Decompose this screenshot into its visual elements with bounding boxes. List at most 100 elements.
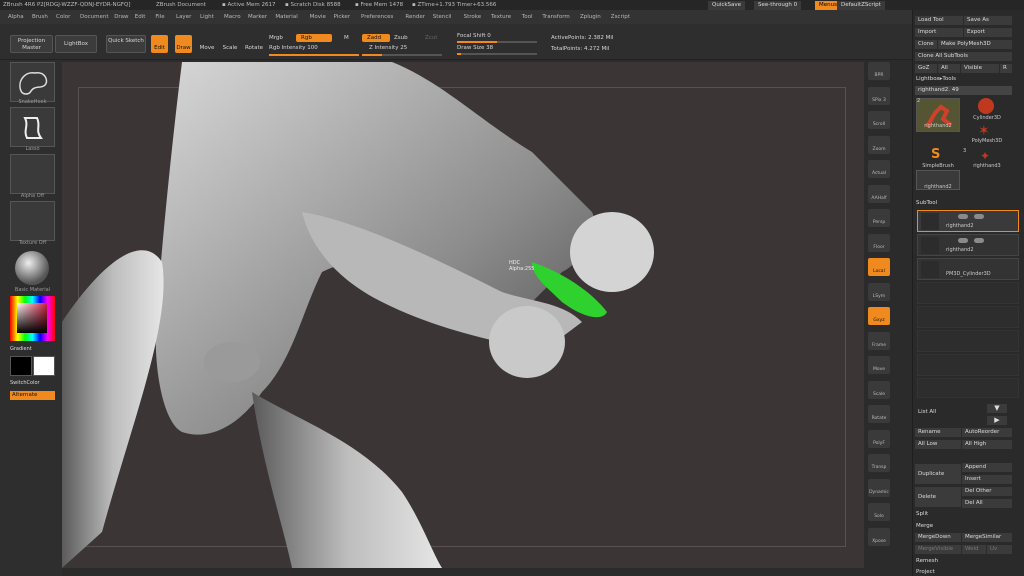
project-header[interactable]: Project (916, 569, 935, 575)
secondary-color-swatch[interactable] (10, 356, 32, 376)
shelf-button[interactable]: Zoom (868, 135, 890, 154)
color-square[interactable] (17, 303, 47, 333)
edit-button[interactable]: Edit (151, 35, 168, 53)
zadd-toggle[interactable]: Zadd (362, 34, 390, 42)
projection-master-button[interactable]: Projection Master (10, 35, 53, 53)
subtool-visibility-toggle[interactable] (958, 214, 968, 219)
alpha-picker[interactable] (10, 154, 55, 194)
gradient-label[interactable]: Gradient (10, 346, 55, 352)
menu-item[interactable]: Render (405, 10, 425, 24)
draw-size-slider[interactable]: Draw Size 38 (457, 44, 493, 52)
color-picker[interactable] (10, 296, 55, 341)
z-intensity-track[interactable] (362, 54, 442, 56)
lightbox-button[interactable]: LightBox (55, 35, 97, 53)
auto-reorder-button[interactable]: AutoReorder (962, 428, 1012, 437)
append-button[interactable]: Append (962, 463, 1012, 472)
zsub-toggle[interactable]: Zsub (394, 34, 408, 42)
menu-item[interactable]: File (155, 10, 164, 24)
del-all-button[interactable]: Del All (962, 499, 1012, 508)
shelf-button[interactable]: Persp (868, 209, 890, 227)
shelf-button[interactable]: Scroll (868, 111, 890, 129)
shelf-button[interactable]: Scale (868, 380, 890, 399)
list-all-button[interactable]: List All (915, 408, 961, 417)
shelf-button[interactable]: Xpose (868, 527, 890, 546)
r-button[interactable]: R (1000, 64, 1012, 73)
import-button[interactable]: Import (915, 28, 963, 37)
shelf-button[interactable]: Dynamic (868, 478, 890, 497)
rotate-button[interactable]: Rotate (244, 35, 264, 53)
menu-item[interactable]: Texture (491, 10, 511, 24)
menu-item[interactable]: Picker (334, 10, 350, 24)
menu-item[interactable]: Tool (522, 10, 533, 24)
split-header[interactable]: Split (916, 511, 928, 517)
menu-item[interactable]: Preferences (361, 10, 393, 24)
shelf-button[interactable]: Solo (868, 503, 890, 521)
menu-item[interactable]: Material (275, 10, 297, 24)
lightbox-tools-button[interactable]: Lightbox▸Tools (916, 76, 956, 82)
texture-picker[interactable] (10, 201, 55, 241)
all-button[interactable]: All (938, 64, 960, 73)
menu-item[interactable]: Marker (248, 10, 267, 24)
visible-button[interactable]: Visible (961, 64, 999, 73)
zcut-toggle[interactable]: Zcut (425, 34, 437, 42)
quick-sketch-button[interactable]: Quick Sketch (106, 35, 146, 53)
merge-similar-button[interactable]: MergeSimilar (962, 533, 1012, 542)
arrow-down-icon[interactable]: ▼ (987, 404, 1007, 413)
see-through-slider[interactable]: See-through 0 (754, 1, 802, 10)
menu-item[interactable]: Light (200, 10, 214, 24)
duplicate-button[interactable]: Duplicate (915, 464, 961, 484)
shelf-button[interactable]: Move (868, 356, 890, 374)
subtool-header[interactable]: SubTool (916, 200, 937, 206)
uv-button[interactable]: Uv (987, 545, 1012, 554)
menu-item[interactable]: Zscript (611, 10, 630, 24)
menu-item[interactable]: Layer (176, 10, 191, 24)
delete-button[interactable]: Delete (915, 487, 961, 507)
focal-shift-track[interactable] (457, 41, 537, 43)
brush-picker[interactable] (10, 62, 55, 102)
shelf-button[interactable]: Local (868, 258, 890, 276)
m-toggle[interactable]: M (344, 34, 349, 42)
del-other-button[interactable]: Del Other (962, 487, 1012, 496)
scale-button[interactable]: Scale (221, 35, 239, 53)
polymesh3d-icon[interactable]: ✶ (978, 124, 992, 138)
draw-button[interactable]: Draw (175, 35, 192, 53)
menu-item[interactable]: Zplugin (580, 10, 601, 24)
shelf-button[interactable]: Gxyz (868, 307, 890, 325)
z-intensity-slider[interactable]: Z Intensity 25 (369, 44, 407, 52)
quicksave-button[interactable]: QuickSave (708, 1, 746, 10)
shelf-button[interactable]: Actual (868, 160, 890, 178)
menu-item[interactable]: Brush (32, 10, 48, 24)
load-tool-button[interactable]: Load Tool (915, 16, 963, 25)
switch-color-button[interactable]: SwitchColor (10, 380, 55, 386)
righthand3-icon[interactable]: ✦ (975, 148, 995, 164)
save-as-button[interactable]: Save As (964, 16, 1012, 25)
subtool-polypaint-toggle[interactable] (974, 214, 984, 219)
default-zscript-button[interactable]: DefaultZScript (837, 1, 885, 10)
subtool-row[interactable]: PM3D_Cylinder3D (917, 258, 1019, 280)
current-tool-slider[interactable]: righthand2. 49 (915, 86, 1012, 95)
arrow-right-icon[interactable]: ▶ (987, 416, 1007, 425)
shelf-button[interactable]: PolyF (868, 429, 890, 448)
subtool-visibility-toggle[interactable] (958, 238, 968, 243)
rgb-intensity-slider[interactable]: Rgb Intensity 100 (269, 44, 318, 52)
menu-item[interactable]: Draw (114, 10, 128, 24)
material-picker[interactable] (10, 248, 55, 288)
subtool-row[interactable]: righthand2 (917, 234, 1019, 256)
menu-item[interactable]: Edit (135, 10, 146, 24)
menu-item[interactable]: Stroke (464, 10, 482, 24)
menu-item[interactable]: Movie (310, 10, 326, 24)
subtool-polypaint-toggle[interactable] (974, 238, 984, 243)
draw-size-track[interactable] (457, 53, 537, 55)
remesh-header[interactable]: Remesh (916, 558, 938, 564)
stroke-picker[interactable] (10, 107, 55, 147)
shelf-button[interactable]: SPix 3 (868, 86, 890, 105)
rgb-toggle[interactable]: Rgb (296, 34, 332, 42)
make-polymesh-button[interactable]: Make PolyMesh3D (938, 40, 1012, 49)
simplebrush-icon[interactable]: S (931, 148, 940, 162)
shelf-button[interactable]: BPR (868, 62, 890, 80)
menu-item[interactable]: Macro (224, 10, 241, 24)
mrgb-toggle[interactable]: Mrgb (269, 34, 283, 42)
merge-visible-button[interactable]: MergeVisible (915, 545, 961, 554)
subtool-row[interactable]: righthand2 (917, 210, 1019, 232)
all-high-button[interactable]: All High (962, 440, 1012, 449)
